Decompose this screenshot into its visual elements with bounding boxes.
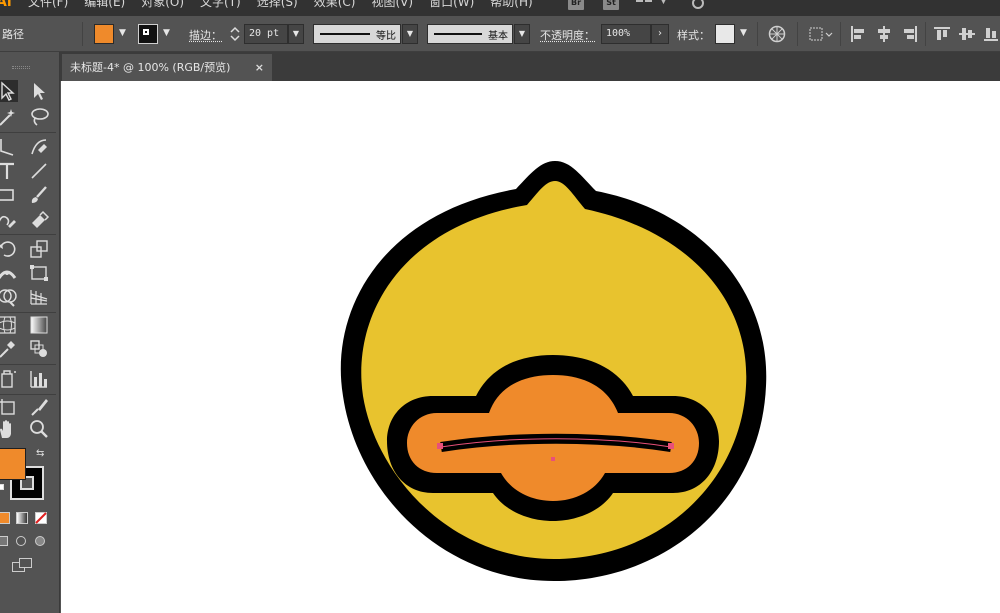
document-tab-bar: 未标题-4* @ 100% (RGB/预览) × — [60, 52, 1000, 81]
blend-tool-icon[interactable] — [28, 338, 50, 360]
bridge-button[interactable]: Br — [568, 0, 584, 10]
curvature-tool-icon[interactable] — [28, 136, 50, 158]
panel-grip[interactable] — [12, 66, 30, 69]
hand-tool-icon[interactable] — [0, 418, 18, 440]
align-vertical-center-icon[interactable] — [959, 26, 975, 42]
stroke-weight-stepper[interactable] — [228, 24, 242, 44]
lasso-tool-icon[interactable] — [28, 106, 50, 128]
profile-preview-line — [320, 33, 370, 35]
mesh-tool-icon[interactable] — [0, 314, 18, 336]
tools-panel: ⇆ — [0, 52, 60, 613]
stroke-weight-field[interactable]: 20 pt — [244, 24, 288, 44]
align-bottom-icon[interactable] — [984, 26, 998, 42]
shaper-tool-icon[interactable] — [0, 208, 18, 230]
scale-tool-icon[interactable] — [28, 238, 50, 260]
rectangle-tool-icon[interactable] — [0, 184, 18, 206]
magic-wand-tool-icon[interactable] — [0, 106, 18, 128]
paintbrush-tool-icon[interactable] — [28, 184, 50, 206]
menu-select[interactable]: 选择(S) — [249, 0, 306, 10]
align-to-dropdown-icon[interactable] — [808, 25, 834, 43]
draw-behind-icon[interactable] — [16, 536, 26, 546]
menu-view[interactable]: 视图(V) — [363, 0, 421, 10]
anchor-point[interactable] — [668, 443, 674, 449]
free-transform-tool-icon[interactable] — [28, 262, 50, 284]
stroke-label[interactable]: 描边： — [189, 27, 222, 43]
opacity-field[interactable]: 100% — [601, 24, 651, 44]
symbol-sprayer-tool-icon[interactable] — [0, 368, 18, 390]
align-top-icon[interactable] — [934, 26, 950, 42]
brush-definition-label: 基本 — [488, 31, 508, 42]
menu-object[interactable]: 对象(O) — [133, 0, 192, 10]
eyedropper-tool-icon[interactable] — [0, 338, 18, 360]
stroke-color-swatch[interactable] — [138, 24, 158, 44]
brush-definition[interactable]: 基本 — [427, 24, 513, 44]
line-segment-tool-icon[interactable] — [28, 160, 50, 182]
opacity-label[interactable]: 不透明度： — [540, 27, 595, 43]
artboard-tool-icon[interactable] — [0, 396, 18, 418]
variable-width-profile[interactable]: 等比 — [313, 24, 401, 44]
menu-file[interactable]: 文件(F) — [28, 0, 76, 10]
color-mode-button[interactable] — [0, 512, 10, 524]
align-right-icon[interactable] — [902, 26, 918, 42]
recolor-artwork-icon[interactable] — [768, 25, 786, 43]
app-logo: Ai — [0, 0, 12, 10]
shape-builder-tool-icon[interactable] — [0, 286, 18, 308]
duck-artwork — [340, 161, 767, 581]
brush-preview-line — [434, 33, 482, 35]
gradient-mode-button[interactable] — [16, 512, 28, 524]
swap-fill-stroke-icon[interactable]: ⇆ — [36, 448, 44, 459]
variable-width-profile-label: 等比 — [376, 31, 396, 42]
menu-bar: Ai 文件(F) 编辑(E) 对象(O) 文字(T) 选择(S) 效果(C) 视… — [0, 0, 1000, 16]
document-tab-title: 未标题-4* @ 100% (RGB/预览) — [70, 61, 231, 74]
style-chevron-down-icon[interactable]: ▼ — [740, 28, 747, 38]
stroke-weight-dropdown[interactable]: ▼ — [288, 24, 304, 44]
default-fill-stroke-icon[interactable] — [0, 484, 4, 490]
perspective-grid-tool-icon[interactable] — [28, 286, 50, 308]
fill-color-swatch[interactable] — [94, 24, 114, 44]
document-tab[interactable]: 未标题-4* @ 100% (RGB/预览) × — [62, 54, 272, 81]
zoom-tool-icon[interactable] — [28, 418, 50, 440]
draw-normal-icon[interactable] — [0, 536, 8, 546]
profile-dropdown[interactable]: ▼ — [402, 24, 418, 44]
main-menu: 文件(F) 编辑(E) 对象(O) 文字(T) 选择(S) 效果(C) 视图(V… — [28, 0, 541, 10]
graphic-style-swatch[interactable] — [715, 24, 735, 44]
brush-dropdown[interactable]: ▼ — [514, 24, 530, 44]
chevron-down-icon[interactable]: ▼ — [660, 0, 667, 6]
stock-button[interactable]: St — [603, 0, 619, 10]
pen-tool-icon[interactable] — [0, 136, 18, 158]
screen-mode-icon[interactable] — [12, 558, 34, 574]
column-graph-tool-icon[interactable] — [28, 368, 50, 390]
selection-tool-icon[interactable] — [0, 80, 18, 102]
fill-color-box[interactable] — [0, 448, 26, 480]
menu-type[interactable]: 文字(T) — [192, 0, 249, 10]
fill-chevron-down-icon[interactable]: ▼ — [119, 28, 126, 38]
draw-inside-icon[interactable] — [35, 536, 45, 546]
anchor-point[interactable] — [551, 457, 555, 461]
width-tool-icon[interactable] — [0, 262, 18, 284]
align-horizontal-center-icon[interactable] — [876, 26, 892, 42]
arrange-documents-icon[interactable] — [636, 0, 652, 9]
menu-window[interactable]: 窗口(W) — [421, 0, 482, 10]
style-label: 样式： — [677, 29, 710, 42]
type-tool-icon[interactable] — [0, 160, 18, 182]
menu-edit[interactable]: 编辑(E) — [76, 0, 133, 10]
stroke-chevron-down-icon[interactable]: ▼ — [163, 28, 170, 38]
anchor-point[interactable] — [437, 443, 443, 449]
sync-icon[interactable] — [690, 0, 706, 11]
rotate-tool-icon[interactable] — [0, 238, 18, 260]
slice-tool-icon[interactable] — [28, 396, 50, 418]
menu-help[interactable]: 帮助(H) — [482, 0, 540, 10]
direct-selection-tool-icon[interactable] — [28, 80, 50, 102]
eraser-tool-icon[interactable] — [28, 208, 50, 230]
close-tab-icon[interactable]: × — [255, 54, 264, 81]
selection-type-label: 路径 — [2, 28, 24, 41]
align-left-icon[interactable] — [850, 26, 866, 42]
control-bar: 路径 ▼ ▼ 描边： 20 pt ▼ 等比 ▼ 基本 ▼ 不透明度： 100% … — [0, 16, 1000, 52]
menu-effect[interactable]: 效果(C) — [306, 0, 364, 10]
gradient-tool-icon[interactable] — [28, 314, 50, 336]
opacity-arrow[interactable]: › — [651, 24, 669, 44]
none-mode-button[interactable] — [35, 512, 47, 524]
artboard-canvas[interactable] — [61, 81, 1000, 613]
